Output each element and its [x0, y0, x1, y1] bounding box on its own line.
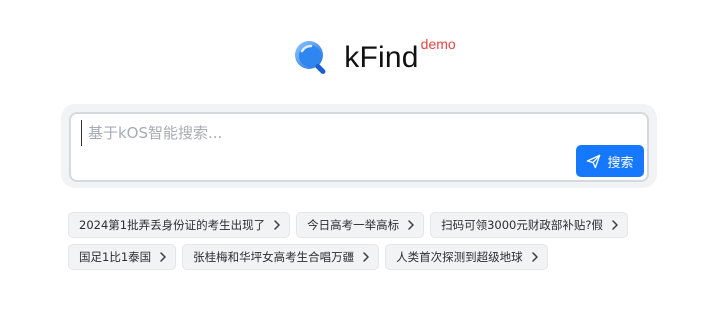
brand-header: kFind demo	[0, 36, 718, 78]
suggestion-chip-label: 国足1比1泰国	[79, 250, 152, 264]
search-panel: 搜索	[61, 104, 657, 188]
chevron-right-icon	[612, 220, 618, 230]
suggestion-chip[interactable]: 张桂梅和华坪女高考生合唱万疆	[182, 244, 380, 270]
chevron-right-icon	[160, 252, 166, 262]
chevron-right-icon	[408, 220, 414, 230]
search-button-label: 搜索	[607, 155, 634, 171]
send-icon	[587, 154, 601, 168]
chevron-right-icon	[274, 220, 280, 230]
search-input[interactable]	[81, 120, 578, 146]
search-button[interactable]: 搜索	[576, 145, 644, 177]
suggestion-chip[interactable]: 今日高考一举高标	[296, 212, 425, 238]
suggestion-chip-label: 扫码可领3000元财政部补贴?假	[441, 218, 603, 232]
suggestion-chip-label: 人类首次探测到超级地球	[396, 250, 523, 264]
search-box: 搜索	[69, 112, 649, 182]
suggestion-list: 2024第1批弄丢身份证的考生出现了 今日高考一举高标 扫码可领3000元财政部…	[68, 212, 658, 276]
suggestion-row: 国足1比1泰国 张桂梅和华坪女高考生合唱万疆 人类首次探测到超级地球	[68, 244, 658, 270]
suggestion-chip-label: 张桂梅和华坪女高考生合唱万疆	[193, 250, 355, 264]
suggestion-chip[interactable]: 国足1比1泰国	[68, 244, 177, 270]
chevron-right-icon	[531, 252, 538, 262]
suggestion-chip[interactable]: 人类首次探测到超级地球	[385, 244, 548, 270]
magnifier-logo-icon	[295, 41, 326, 74]
suggestion-chip-label: 2024第1批弄丢身份证的考生出现了	[79, 218, 266, 232]
search-home-page: kFind demo 搜索 2024第1批弄丢身份证的考生出现了 今日高考一举高…	[0, 0, 718, 321]
brand-logo-group: kFind demo	[292, 36, 456, 78]
suggestion-chip[interactable]: 扫码可领3000元财政部补贴?假	[430, 212, 628, 238]
brand-name: kFind	[344, 41, 419, 74]
chevron-right-icon	[363, 252, 369, 262]
brand-tag: demo	[420, 36, 456, 52]
suggestion-row: 2024第1批弄丢身份证的考生出现了 今日高考一举高标 扫码可领3000元财政部…	[68, 212, 658, 238]
suggestion-chip-label: 今日高考一举高标	[307, 218, 400, 232]
suggestion-chip[interactable]: 2024第1批弄丢身份证的考生出现了	[68, 212, 291, 238]
